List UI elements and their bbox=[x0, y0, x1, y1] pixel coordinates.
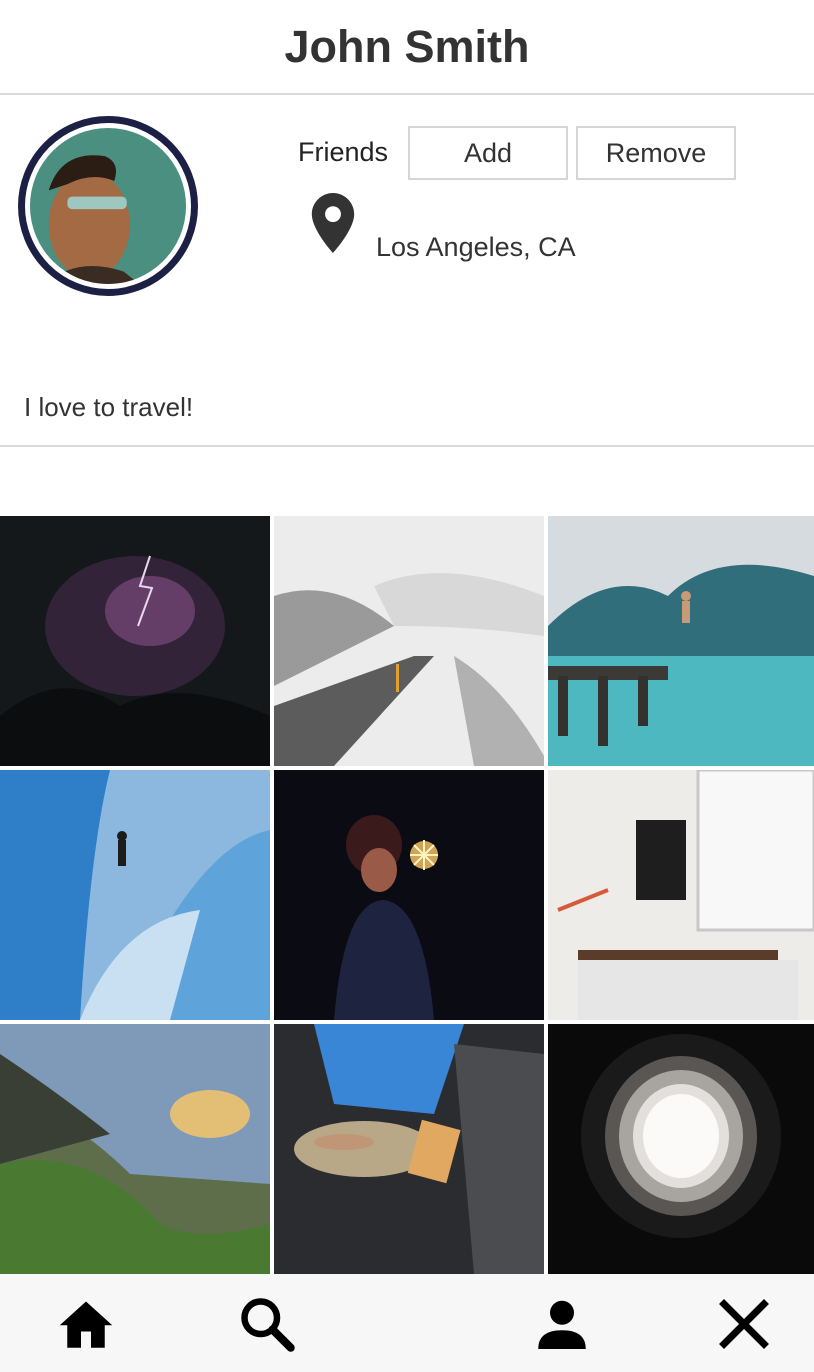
photo-green-cliffs[interactable] bbox=[0, 1024, 270, 1274]
home-icon bbox=[59, 1301, 113, 1348]
remove-friend-button[interactable]: Remove bbox=[576, 126, 736, 180]
bio-text: I love to travel! bbox=[24, 392, 194, 422]
nav-search[interactable] bbox=[235, 1292, 299, 1356]
search-icon bbox=[241, 1298, 295, 1352]
divider bbox=[0, 445, 814, 447]
location-text: Los Angeles, CA bbox=[376, 232, 576, 262]
close-icon bbox=[719, 1299, 769, 1349]
bottom-nav bbox=[0, 1274, 814, 1372]
page-title: John Smith bbox=[284, 20, 530, 72]
location-pin-icon bbox=[311, 193, 355, 253]
friends-label: Friends bbox=[298, 137, 389, 167]
nav-close[interactable] bbox=[712, 1292, 776, 1356]
nav-profile[interactable] bbox=[530, 1292, 594, 1356]
photo-desk-workspace[interactable] bbox=[548, 770, 814, 1020]
photo-grid bbox=[0, 516, 814, 1274]
photo-lightning-storm[interactable] bbox=[0, 516, 270, 766]
add-friend-button[interactable]: Add bbox=[408, 126, 568, 180]
avatar[interactable] bbox=[18, 116, 198, 296]
profile-icon bbox=[538, 1300, 586, 1349]
app-header: John Smith bbox=[0, 0, 814, 95]
photo-sparkler-portrait[interactable] bbox=[274, 770, 544, 1020]
photo-pier-jumpers[interactable] bbox=[548, 516, 814, 766]
nav-home[interactable] bbox=[54, 1292, 118, 1356]
photo-snowy-road[interactable] bbox=[274, 516, 544, 766]
avatar-photo bbox=[30, 128, 186, 284]
photo-spiral-tunnel[interactable] bbox=[548, 1024, 814, 1274]
photo-fish-in-hands[interactable] bbox=[274, 1024, 544, 1274]
photo-ice-cave[interactable] bbox=[0, 770, 270, 1020]
